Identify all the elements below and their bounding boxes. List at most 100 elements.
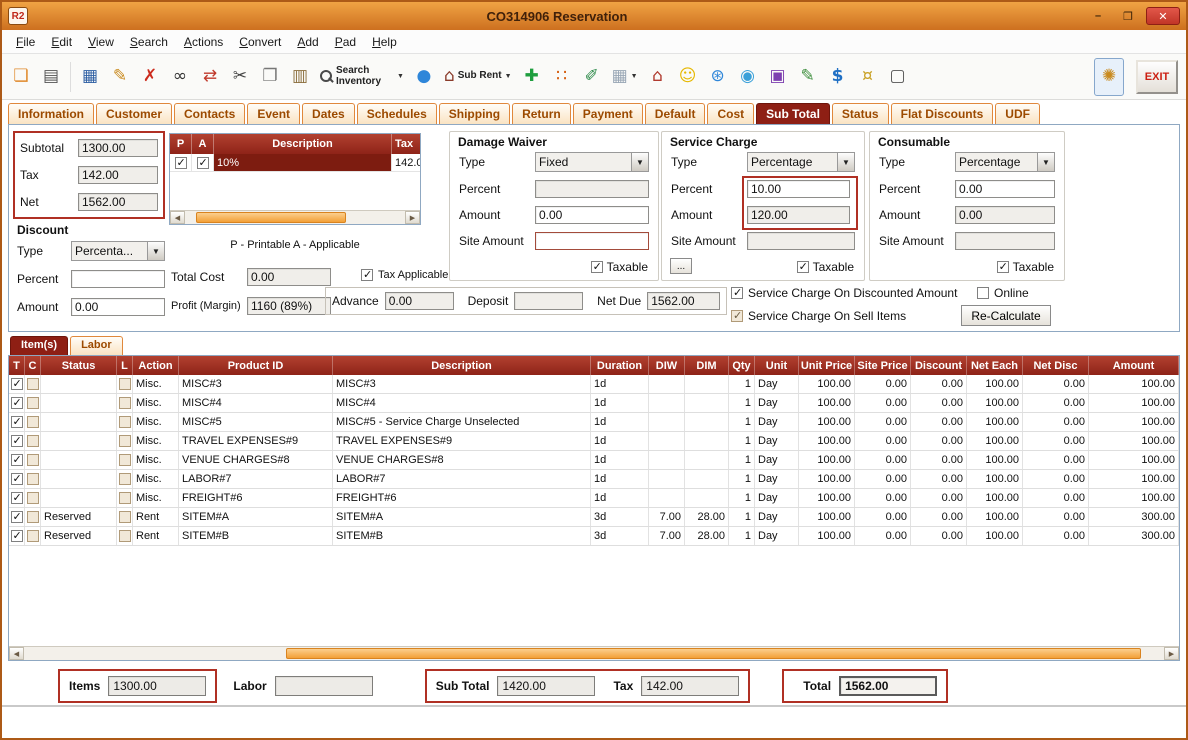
online-option[interactable]: Online (977, 286, 1029, 300)
tab-default[interactable]: Default (645, 103, 706, 124)
table-row[interactable]: Misc.MISC#4MISC#41d1Day100.000.000.00100… (9, 394, 1179, 413)
column-header-duration[interactable]: Duration (591, 356, 649, 375)
discount-cell[interactable]: 0.00 (911, 375, 967, 393)
items-tab-labor[interactable]: Labor (70, 336, 123, 355)
t-checkbox[interactable] (11, 378, 23, 390)
net_each-cell[interactable]: 100.00 (967, 451, 1023, 469)
find-binoculars-button[interactable]: ∞ (165, 58, 195, 96)
dim-cell[interactable] (685, 375, 729, 393)
tax-applicable-option[interactable]: Tax Applicable (361, 269, 448, 281)
damage-waiver-taxable-checkbox[interactable] (591, 261, 603, 273)
net_each-cell[interactable]: 100.00 (967, 508, 1023, 526)
tax-description-cell[interactable]: 10% (214, 154, 392, 171)
l-checkbox[interactable] (119, 454, 131, 466)
tab-payment[interactable]: Payment (573, 103, 643, 124)
column-header-unit[interactable]: Unit (755, 356, 799, 375)
edit-button[interactable]: ✎ (105, 58, 135, 96)
unit-cell[interactable]: Day (755, 413, 799, 431)
coins-button[interactable]: ¤ (853, 58, 883, 96)
l-checkbox[interactable] (119, 378, 131, 390)
tab-return[interactable]: Return (512, 103, 571, 124)
unit-cell[interactable]: Day (755, 527, 799, 545)
scroll-left-icon[interactable]: ◀ (170, 211, 185, 224)
column-header-description[interactable]: Description (214, 134, 392, 154)
tax-table-hscrollbar[interactable]: ◀ ▶ (170, 210, 420, 224)
t-checkbox[interactable] (11, 530, 23, 542)
l-checkbox[interactable] (119, 511, 131, 523)
duration-cell[interactable]: 1d (591, 451, 649, 469)
product_id-cell[interactable]: TRAVEL EXPENSES#9 (179, 432, 333, 450)
dim-cell[interactable] (685, 489, 729, 507)
unit_price-cell[interactable]: 100.00 (799, 451, 855, 469)
c-checkbox[interactable] (27, 416, 39, 428)
scroll-track[interactable] (185, 211, 405, 224)
unit_price-cell[interactable]: 100.00 (799, 470, 855, 488)
net_each-cell[interactable]: 100.00 (967, 489, 1023, 507)
description-cell[interactable]: MISC#5 - Service Charge Unselected (333, 413, 591, 431)
tax-amount-cell[interactable]: 142.00 (392, 154, 420, 171)
unit_price-cell[interactable]: 100.00 (799, 413, 855, 431)
sub-rent-button[interactable]: ⌂Sub Rent▼ (439, 58, 517, 96)
close-button[interactable]: ✕ (1146, 7, 1180, 25)
wand-button[interactable]: ✺ (1094, 58, 1124, 96)
status-cell[interactable] (41, 432, 117, 450)
dim-cell[interactable] (685, 432, 729, 450)
discount-cell[interactable]: 0.00 (911, 432, 967, 450)
product_id-cell[interactable]: VENUE CHARGES#8 (179, 451, 333, 469)
column-header-applicable[interactable]: A (192, 134, 214, 154)
column-header-l[interactable]: L (117, 356, 133, 375)
menu-view[interactable]: View (80, 32, 122, 52)
planner-button[interactable]: ▦▼ (607, 58, 643, 96)
product_id-cell[interactable]: FREIGHT#6 (179, 489, 333, 507)
net_each-cell[interactable]: 100.00 (967, 394, 1023, 412)
discount-cell[interactable]: 0.00 (911, 394, 967, 412)
l-checkbox[interactable] (119, 397, 131, 409)
c-checkbox[interactable] (27, 530, 39, 542)
unit-cell[interactable]: Day (755, 432, 799, 450)
dim-cell[interactable] (685, 413, 729, 431)
net_disc-cell[interactable]: 0.00 (1023, 413, 1089, 431)
tab-contacts[interactable]: Contacts (174, 103, 245, 124)
l-checkbox[interactable] (119, 435, 131, 447)
applicable-checkbox[interactable] (197, 157, 209, 169)
service-charge-ellipsis-button[interactable]: ... (670, 258, 692, 274)
consumable-type-select[interactable]: Percentage ▼ (955, 152, 1055, 172)
action-cell[interactable]: Rent (133, 508, 179, 526)
diw-cell[interactable] (649, 489, 685, 507)
unit_price-cell[interactable]: 100.00 (799, 432, 855, 450)
search-inventory-button[interactable]: Search Inventory▼ (315, 58, 409, 96)
dim-cell[interactable] (685, 451, 729, 469)
copy-button[interactable]: ❐ (255, 58, 285, 96)
action-cell[interactable]: Misc. (133, 413, 179, 431)
product_id-cell[interactable]: SITEM#B (179, 527, 333, 545)
tax-applicable-checkbox[interactable] (361, 269, 373, 281)
discount-cell[interactable]: 0.00 (911, 489, 967, 507)
unit-cell[interactable]: Day (755, 470, 799, 488)
spheres-button[interactable]: ∷ (547, 58, 577, 96)
duration-cell[interactable]: 1d (591, 489, 649, 507)
net_each-cell[interactable]: 100.00 (967, 432, 1023, 450)
column-header-product-id[interactable]: Product ID (179, 356, 333, 375)
paste-button[interactable]: ▥ (285, 58, 315, 96)
service-charge-type-select[interactable]: Percentage ▼ (747, 152, 855, 172)
column-header-tax[interactable]: Tax (392, 134, 420, 154)
items-tab-item-s[interactable]: Item(s) (10, 336, 68, 355)
description-cell[interactable]: MISC#4 (333, 394, 591, 412)
status-cell[interactable] (41, 394, 117, 412)
table-row[interactable]: ReservedRentSITEM#ASITEM#A3d7.0028.001Da… (9, 508, 1179, 527)
product_id-cell[interactable]: MISC#5 (179, 413, 333, 431)
unit_price-cell[interactable]: 100.00 (799, 394, 855, 412)
diw-cell[interactable]: 7.00 (649, 508, 685, 526)
duration-cell[interactable]: 1d (591, 394, 649, 412)
sc-discounted-checkbox[interactable] (731, 287, 743, 299)
tab-status[interactable]: Status (832, 103, 889, 124)
menu-file[interactable]: File (8, 32, 43, 52)
tax-row[interactable]: 10% 142.00 (170, 154, 420, 172)
column-header-net-each[interactable]: Net Each (967, 356, 1023, 375)
scroll-track[interactable] (24, 647, 1164, 660)
menu-search[interactable]: Search (122, 32, 176, 52)
minimize-button[interactable]: – (1086, 7, 1110, 25)
smiley-button[interactable]: ☺ (673, 58, 703, 96)
column-header-site-price[interactable]: Site Price (855, 356, 911, 375)
table-row[interactable]: Misc.LABOR#7LABOR#71d1Day100.000.000.001… (9, 470, 1179, 489)
